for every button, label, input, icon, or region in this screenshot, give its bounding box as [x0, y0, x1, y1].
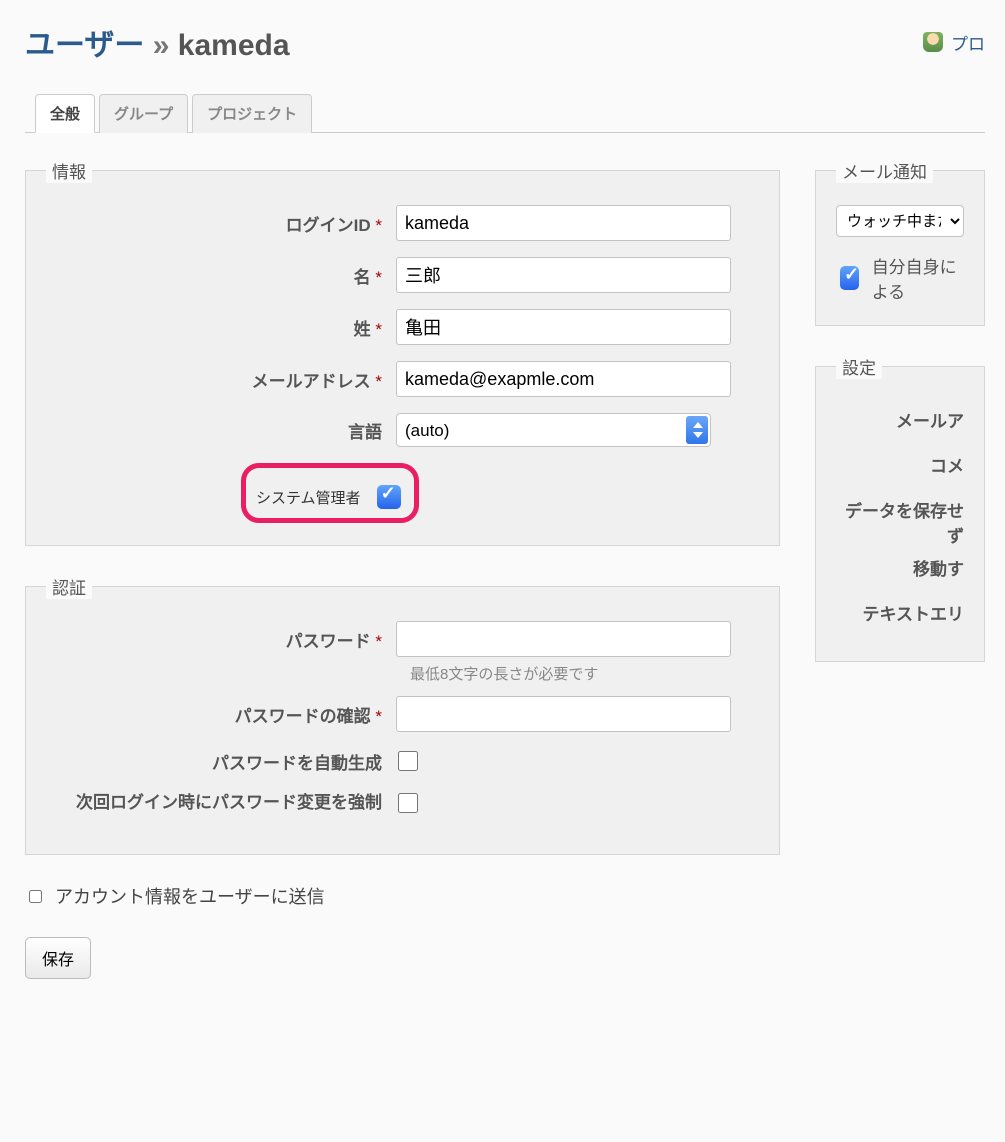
lastname-input[interactable]: [396, 309, 731, 345]
info-fieldset: 情報 ログインID 名 姓 メールアドレス 言語: [25, 158, 780, 546]
admin-highlight: システム管理者: [241, 463, 419, 523]
settings-fieldset: 設定 メールア コメ データを保存せず 移動す テキストエリ: [815, 354, 985, 662]
user-icon: [923, 32, 943, 52]
firstname-label: 名: [46, 263, 396, 288]
password-confirm-input[interactable]: [396, 696, 731, 732]
page-title: ユーザー » kameda: [25, 20, 290, 64]
settings-legend: 設定: [836, 354, 882, 379]
admin-checkbox[interactable]: [377, 485, 401, 509]
users-breadcrumb-link[interactable]: ユーザー: [25, 29, 144, 62]
mail-notification-legend: メール通知: [836, 158, 933, 183]
lastname-label: 姓: [46, 315, 396, 340]
save-button[interactable]: 保存: [25, 937, 91, 979]
auth-legend: 認証: [46, 574, 92, 599]
password-input[interactable]: [396, 621, 731, 657]
email-label: メールアドレス: [46, 367, 396, 392]
no-self-notified-checkbox[interactable]: [840, 266, 859, 290]
language-select[interactable]: (auto): [396, 413, 711, 447]
language-label: 言語: [46, 418, 396, 443]
email-input[interactable]: [396, 361, 731, 397]
mail-notification-fieldset: メール通知 ウォッチ中または自 自分自身による: [815, 158, 985, 326]
send-info-row: アカウント情報をユーザーに送信: [25, 883, 780, 909]
password-hint: 最低8文字の長さが必要です: [410, 663, 759, 684]
breadcrumb-arrow: »: [153, 29, 170, 62]
info-legend: 情報: [46, 158, 92, 183]
admin-label: システム管理者: [256, 487, 373, 508]
settings-textarea-label: テキストエリ: [836, 594, 964, 639]
mail-notification-select[interactable]: ウォッチ中または自: [836, 205, 964, 237]
send-info-label: アカウント情報をユーザーに送信: [55, 883, 325, 909]
settings-comment-label: コメ: [836, 446, 964, 491]
password-confirm-label: パスワードの確認: [46, 702, 396, 727]
settings-data-warn-label: データを保存せず: [836, 491, 964, 549]
tab-general[interactable]: 全般: [35, 94, 95, 133]
tabs: 全般 グループ プロジェクト: [25, 94, 985, 133]
breadcrumb-username: kameda: [178, 29, 290, 62]
generate-password-label: パスワードを自動生成: [46, 749, 396, 774]
generate-password-checkbox[interactable]: [398, 751, 418, 771]
login-id-input[interactable]: [396, 205, 731, 241]
tab-groups[interactable]: グループ: [99, 94, 188, 133]
login-id-label: ログインID: [46, 211, 396, 236]
settings-data-warn2-label: 移動す: [836, 549, 964, 594]
profile-link[interactable]: プロ: [923, 30, 985, 55]
profile-link-label: プロ: [951, 30, 985, 55]
tab-projects[interactable]: プロジェクト: [192, 94, 312, 133]
no-self-notified-label: 自分自身による: [872, 253, 964, 303]
settings-mail-address-label: メールア: [836, 401, 964, 446]
firstname-input[interactable]: [396, 257, 731, 293]
force-change-label: 次回ログイン時にパスワード変更を強制: [46, 790, 396, 816]
force-change-checkbox[interactable]: [398, 793, 418, 813]
auth-fieldset: 認証 パスワード 最低8文字の長さが必要です パスワードの確認 パスワードを自動…: [25, 574, 780, 855]
send-info-checkbox[interactable]: [29, 890, 42, 903]
password-label: パスワード: [46, 627, 396, 652]
